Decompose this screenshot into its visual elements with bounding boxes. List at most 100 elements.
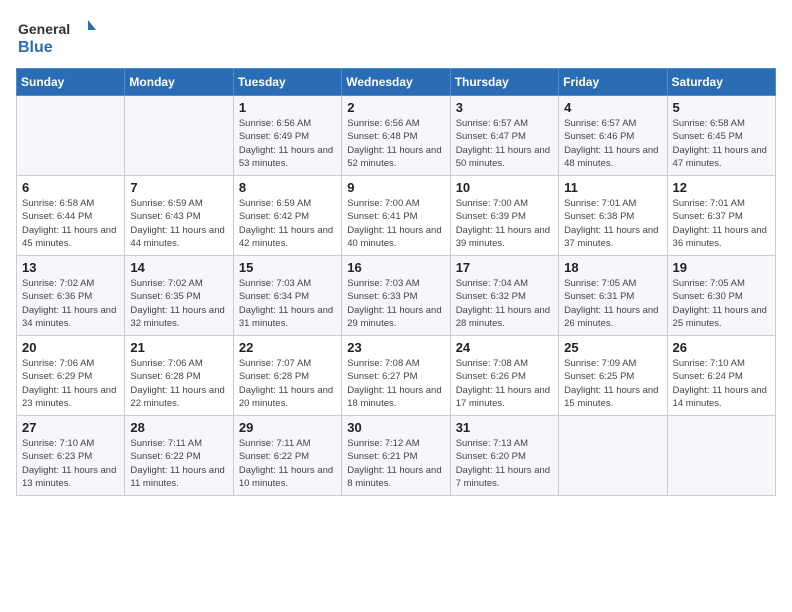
calendar-cell: 2 Sunrise: 6:56 AMSunset: 6:48 PMDaylight… xyxy=(342,96,450,176)
day-info: Sunrise: 7:13 AMSunset: 6:20 PMDaylight:… xyxy=(456,437,553,490)
calendar-cell: 22 Sunrise: 7:07 AMSunset: 6:28 PMDayligh… xyxy=(233,336,341,416)
day-info: Sunrise: 7:06 AMSunset: 6:29 PMDaylight:… xyxy=(22,357,119,410)
weekday-header: Sunday xyxy=(17,69,125,96)
page-header: General Blue xyxy=(16,16,776,56)
day-info: Sunrise: 7:12 AMSunset: 6:21 PMDaylight:… xyxy=(347,437,444,490)
day-number: 4 xyxy=(564,100,661,115)
weekday-header: Friday xyxy=(559,69,667,96)
day-info: Sunrise: 7:05 AMSunset: 6:31 PMDaylight:… xyxy=(564,277,661,330)
day-info: Sunrise: 6:57 AMSunset: 6:47 PMDaylight:… xyxy=(456,117,553,170)
day-number: 29 xyxy=(239,420,336,435)
weekday-header: Thursday xyxy=(450,69,558,96)
day-number: 30 xyxy=(347,420,444,435)
calendar-cell: 4 Sunrise: 6:57 AMSunset: 6:46 PMDaylight… xyxy=(559,96,667,176)
day-number: 6 xyxy=(22,180,119,195)
day-number: 3 xyxy=(456,100,553,115)
day-number: 22 xyxy=(239,340,336,355)
calendar-cell: 30 Sunrise: 7:12 AMSunset: 6:21 PMDayligh… xyxy=(342,416,450,496)
day-info: Sunrise: 6:57 AMSunset: 6:46 PMDaylight:… xyxy=(564,117,661,170)
day-number: 11 xyxy=(564,180,661,195)
calendar-cell: 24 Sunrise: 7:08 AMSunset: 6:26 PMDayligh… xyxy=(450,336,558,416)
day-info: Sunrise: 7:03 AMSunset: 6:33 PMDaylight:… xyxy=(347,277,444,330)
day-number: 12 xyxy=(673,180,770,195)
day-info: Sunrise: 7:01 AMSunset: 6:38 PMDaylight:… xyxy=(564,197,661,250)
day-number: 1 xyxy=(239,100,336,115)
day-info: Sunrise: 7:08 AMSunset: 6:27 PMDaylight:… xyxy=(347,357,444,410)
day-number: 19 xyxy=(673,260,770,275)
calendar-cell: 9Sunrise: 7:00 AMSunset: 6:41 PMDaylight… xyxy=(342,176,450,256)
day-info: Sunrise: 6:58 AMSunset: 6:44 PMDaylight:… xyxy=(22,197,119,250)
calendar-cell: 29 Sunrise: 7:11 AMSunset: 6:22 PMDayligh… xyxy=(233,416,341,496)
calendar-cell: 17Sunrise: 7:04 AMSunset: 6:32 PMDayligh… xyxy=(450,256,558,336)
svg-text:General: General xyxy=(18,21,70,37)
calendar-cell: 18 Sunrise: 7:05 AMSunset: 6:31 PMDayligh… xyxy=(559,256,667,336)
day-info: Sunrise: 7:09 AMSunset: 6:25 PMDaylight:… xyxy=(564,357,661,410)
day-number: 5 xyxy=(673,100,770,115)
calendar-cell xyxy=(559,416,667,496)
calendar-cell: 14 Sunrise: 7:02 AMSunset: 6:35 PMDayligh… xyxy=(125,256,233,336)
calendar-cell xyxy=(667,416,775,496)
day-info: Sunrise: 7:10 AMSunset: 6:24 PMDaylight:… xyxy=(673,357,770,410)
day-number: 23 xyxy=(347,340,444,355)
calendar-cell: 8 Sunrise: 6:59 AMSunset: 6:42 PMDaylight… xyxy=(233,176,341,256)
day-number: 21 xyxy=(130,340,227,355)
calendar-cell: 20 Sunrise: 7:06 AMSunset: 6:29 PMDayligh… xyxy=(17,336,125,416)
svg-text:Blue: Blue xyxy=(18,39,53,56)
day-info: Sunrise: 6:59 AMSunset: 6:43 PMDaylight:… xyxy=(130,197,227,250)
weekday-header: Saturday xyxy=(667,69,775,96)
calendar-cell xyxy=(17,96,125,176)
day-number: 24 xyxy=(456,340,553,355)
calendar-cell xyxy=(125,96,233,176)
calendar-cell: 5 Sunrise: 6:58 AMSunset: 6:45 PMDaylight… xyxy=(667,96,775,176)
calendar-cell: 13 Sunrise: 7:02 AMSunset: 6:36 PMDayligh… xyxy=(17,256,125,336)
calendar-cell: 11 Sunrise: 7:01 AMSunset: 6:38 PMDayligh… xyxy=(559,176,667,256)
day-info: Sunrise: 7:11 AMSunset: 6:22 PMDaylight:… xyxy=(239,437,336,490)
weekday-header: Monday xyxy=(125,69,233,96)
day-number: 16 xyxy=(347,260,444,275)
weekday-header: Wednesday xyxy=(342,69,450,96)
day-info: Sunrise: 7:02 AMSunset: 6:35 PMDaylight:… xyxy=(130,277,227,330)
calendar-cell: 26 Sunrise: 7:10 AMSunset: 6:24 PMDayligh… xyxy=(667,336,775,416)
calendar-cell: 16 Sunrise: 7:03 AMSunset: 6:33 PMDayligh… xyxy=(342,256,450,336)
day-info: Sunrise: 6:59 AMSunset: 6:42 PMDaylight:… xyxy=(239,197,336,250)
day-number: 9 xyxy=(347,180,444,195)
calendar-cell: 19 Sunrise: 7:05 AMSunset: 6:30 PMDayligh… xyxy=(667,256,775,336)
day-number: 15 xyxy=(239,260,336,275)
day-number: 7 xyxy=(130,180,227,195)
day-number: 31 xyxy=(456,420,553,435)
day-info: Sunrise: 7:05 AMSunset: 6:30 PMDaylight:… xyxy=(673,277,770,330)
calendar-cell: 10 Sunrise: 7:00 AMSunset: 6:39 PMDayligh… xyxy=(450,176,558,256)
day-info: Sunrise: 6:56 AMSunset: 6:49 PMDaylight:… xyxy=(239,117,336,170)
calendar-table: SundayMondayTuesdayWednesdayThursdayFrid… xyxy=(16,68,776,496)
logo: General Blue xyxy=(16,16,96,56)
day-number: 2 xyxy=(347,100,444,115)
day-number: 14 xyxy=(130,260,227,275)
calendar-cell: 31 Sunrise: 7:13 AMSunset: 6:20 PMDayligh… xyxy=(450,416,558,496)
calendar-cell: 3 Sunrise: 6:57 AMSunset: 6:47 PMDaylight… xyxy=(450,96,558,176)
day-info: Sunrise: 7:10 AMSunset: 6:23 PMDaylight:… xyxy=(22,437,119,490)
day-number: 13 xyxy=(22,260,119,275)
day-info: Sunrise: 7:03 AMSunset: 6:34 PMDaylight:… xyxy=(239,277,336,330)
day-info: Sunrise: 7:00 AMSunset: 6:39 PMDaylight:… xyxy=(456,197,553,250)
day-number: 26 xyxy=(673,340,770,355)
day-info: Sunrise: 7:06 AMSunset: 6:28 PMDaylight:… xyxy=(130,357,227,410)
day-number: 8 xyxy=(239,180,336,195)
day-number: 10 xyxy=(456,180,553,195)
day-number: 20 xyxy=(22,340,119,355)
calendar-cell: 23 Sunrise: 7:08 AMSunset: 6:27 PMDayligh… xyxy=(342,336,450,416)
day-info: Sunrise: 6:58 AMSunset: 6:45 PMDaylight:… xyxy=(673,117,770,170)
day-info: Sunrise: 7:01 AMSunset: 6:37 PMDaylight:… xyxy=(673,197,770,250)
calendar-cell: 12 Sunrise: 7:01 AMSunset: 6:37 PMDayligh… xyxy=(667,176,775,256)
day-info: Sunrise: 7:08 AMSunset: 6:26 PMDaylight:… xyxy=(456,357,553,410)
day-info: Sunrise: 7:11 AMSunset: 6:22 PMDaylight:… xyxy=(130,437,227,490)
calendar-cell: 15 Sunrise: 7:03 AMSunset: 6:34 PMDayligh… xyxy=(233,256,341,336)
day-number: 18 xyxy=(564,260,661,275)
day-number: 28 xyxy=(130,420,227,435)
day-number: 25 xyxy=(564,340,661,355)
day-number: 27 xyxy=(22,420,119,435)
day-info: Sunrise: 6:56 AMSunset: 6:48 PMDaylight:… xyxy=(347,117,444,170)
day-info: Sunrise: 7:02 AMSunset: 6:36 PMDaylight:… xyxy=(22,277,119,330)
calendar-cell: 27 Sunrise: 7:10 AMSunset: 6:23 PMDayligh… xyxy=(17,416,125,496)
day-info: Sunrise: 7:07 AMSunset: 6:28 PMDaylight:… xyxy=(239,357,336,410)
day-number: 17 xyxy=(456,260,553,275)
